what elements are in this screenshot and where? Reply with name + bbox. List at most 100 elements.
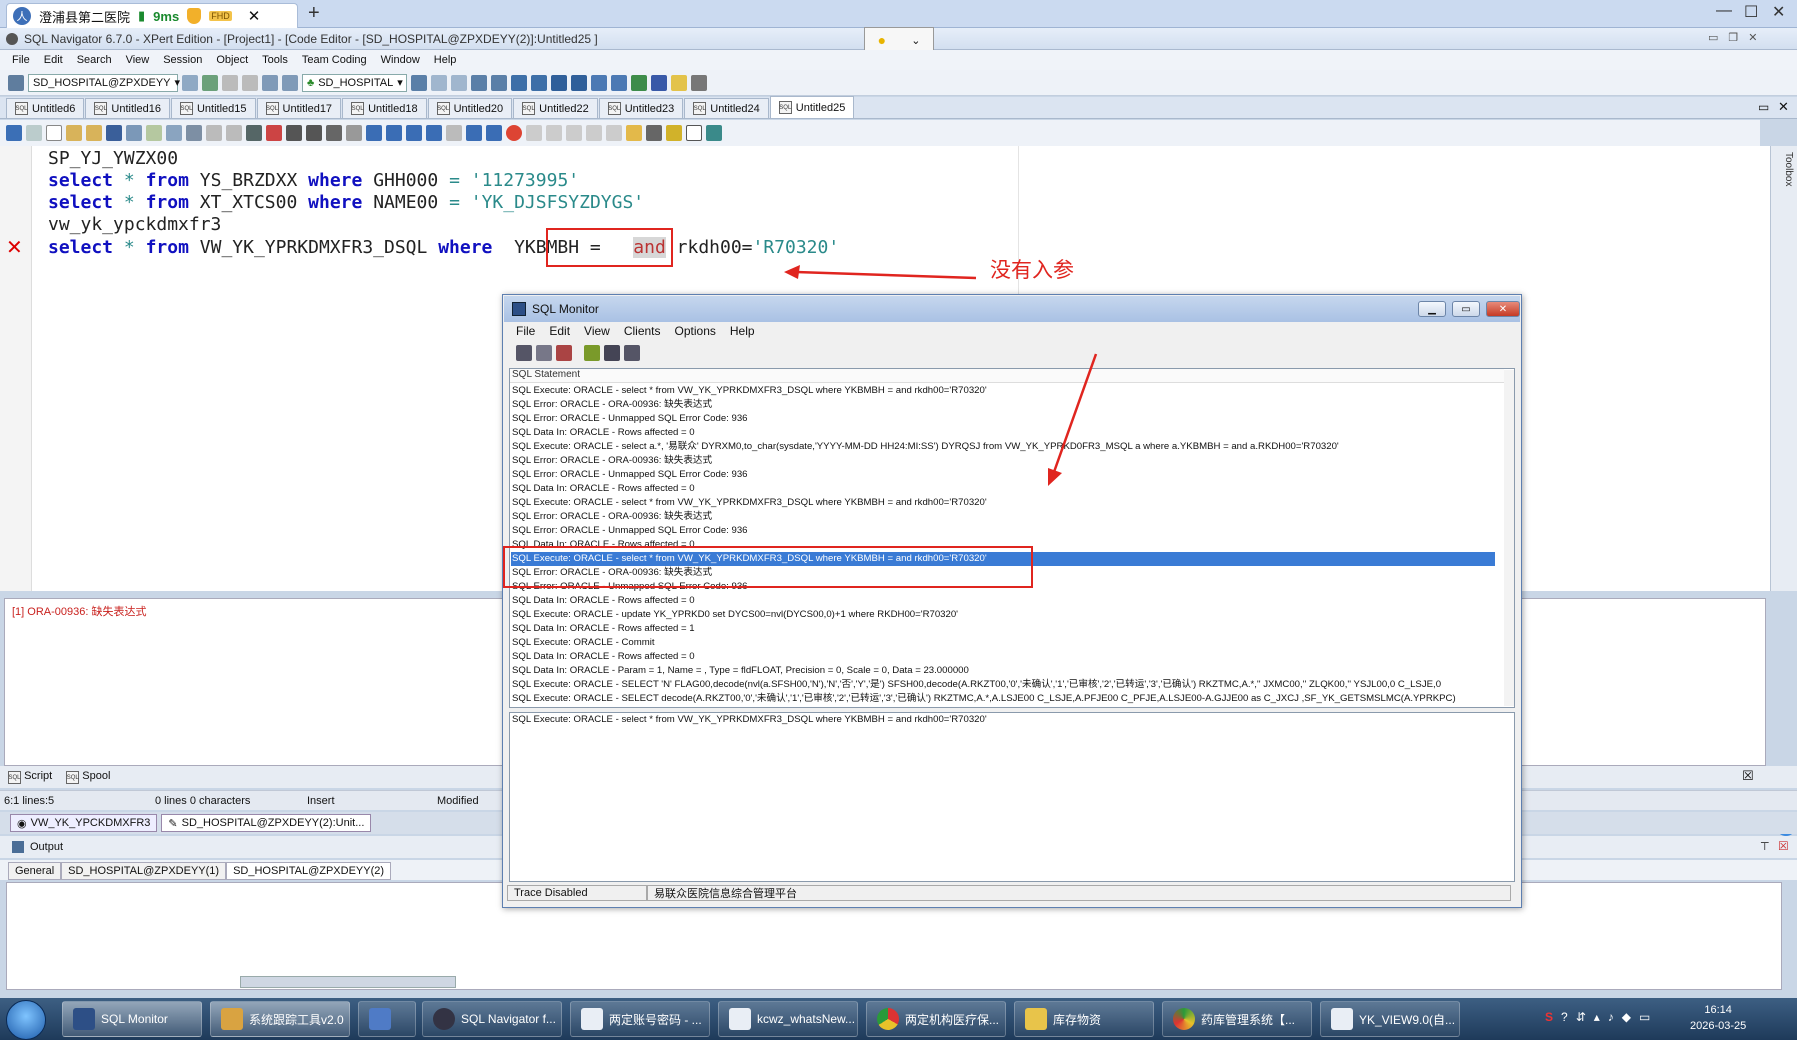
open-icon[interactable] (66, 125, 82, 141)
open-folder-icon[interactable] (86, 125, 102, 141)
first-icon[interactable] (366, 125, 382, 141)
new-tab-icon[interactable]: + (308, 2, 320, 25)
tab-untitled24[interactable]: SQL Untitled24 (684, 98, 769, 118)
tab-untitled15[interactable]: SQL Untitled15 (170, 98, 256, 118)
restore-panel-icon[interactable]: ▭ (1758, 100, 1769, 114)
next-icon[interactable] (426, 125, 442, 141)
maximize-icon[interactable]: ☐ (1744, 2, 1758, 22)
sql-log-row[interactable]: SQL Execute: ORACLE - update YK_YPRKD0 s… (511, 608, 1495, 622)
tab-general[interactable]: General (8, 862, 62, 880)
monitor-minimize-button[interactable]: ▁ (1418, 301, 1446, 317)
tab-script[interactable]: SQL Script (8, 770, 52, 785)
tool-icon-2[interactable] (431, 74, 447, 91)
sql-log-row[interactable]: SQL Execute: ORACLE - SELECT 'N' FLAG00,… (511, 678, 1495, 692)
sql-log-row[interactable]: SQL Data In: ORACLE - Rows affected = 0 (511, 594, 1495, 608)
pause-trace-icon[interactable] (584, 345, 600, 361)
tab-untitled18[interactable]: SQL Untitled18 (342, 98, 427, 118)
locals-icon[interactable] (546, 125, 562, 141)
sql-log-row[interactable]: SQL Error: ORACLE - Unmapped SQL Error C… (511, 468, 1495, 482)
browser-tab[interactable]: 人 澄浦县第二医院 ▮ 9ms FHD ✕ (6, 3, 298, 28)
bookmark-icon[interactable] (346, 125, 362, 141)
taskbar-clock[interactable]: 16:14 2026-03-25 (1690, 1002, 1746, 1034)
tool-icon-11[interactable] (611, 74, 627, 91)
sql-monitor-titlebar[interactable]: SQL Monitor ▁ ▭ ✕ (504, 296, 1520, 322)
tab-untitled25[interactable]: SQL Untitled25 (769, 96, 855, 118)
pin-icon[interactable]: ⊤ (1760, 840, 1770, 853)
app-close-icon[interactable]: ✕ (1748, 31, 1757, 44)
tab-output-conn1[interactable]: SD_HOSPITAL@ZPXDEYY(1) (61, 862, 227, 880)
taskbar-item-inventory[interactable]: 库存物资 (1014, 1001, 1154, 1037)
stop-icon[interactable] (242, 74, 258, 91)
clear-icon[interactable] (556, 345, 572, 361)
menu-tools[interactable]: Tools (262, 54, 288, 66)
tool-icon-12[interactable] (631, 74, 647, 91)
taskbar-item-accounts[interactable]: 两定账号密码 - ... (570, 1001, 710, 1037)
breakpoint-icon[interactable] (506, 125, 522, 141)
start-button[interactable] (6, 1000, 46, 1040)
sql-log-row[interactable]: SQL Error: ORACLE - Unmapped SQL Error C… (511, 524, 1495, 538)
toolbox-panel[interactable] (1770, 146, 1797, 591)
tab-untitled6[interactable]: SQL Untitled6 (6, 98, 85, 118)
monitor-menu-help[interactable]: Help (730, 324, 755, 338)
execute-icon[interactable] (246, 125, 262, 141)
save-icon[interactable] (106, 125, 122, 141)
tab-view-object[interactable]: ◉ VW_YK_YPCKDMXFR3 (10, 814, 158, 832)
tool-icon-3[interactable] (451, 74, 467, 91)
sql-log-row[interactable]: SQL Data In: ORACLE - Rows affected = 0 (511, 482, 1495, 496)
sql-log-row[interactable]: SQL Error: ORACLE - Unmapped SQL Error C… (511, 412, 1495, 426)
tool-icon-10[interactable] (591, 74, 607, 91)
search-icon[interactable] (686, 125, 702, 141)
volume-icon[interactable]: ♪ (1608, 1010, 1614, 1024)
taskbar-item-kcwz[interactable]: kcwz_whatsNew... (718, 1001, 858, 1037)
refresh-icon[interactable] (202, 74, 218, 91)
stop-exec-icon[interactable] (266, 125, 282, 141)
vertical-scrollbar[interactable] (1504, 370, 1514, 706)
play-icon[interactable] (406, 125, 422, 141)
link-icon[interactable] (706, 125, 722, 141)
minimize-icon[interactable]: — (1716, 2, 1732, 20)
tool-icon-6[interactable] (511, 74, 527, 91)
close-output-icon[interactable]: ☒ (1778, 839, 1789, 853)
pause-exec-icon[interactable] (446, 125, 462, 141)
taskbar-item-sql-navigator[interactable]: SQL Navigator f... (422, 1001, 562, 1037)
monitor-menu-file[interactable]: File (516, 324, 535, 338)
callstack-icon[interactable] (566, 125, 582, 141)
format-icon[interactable] (186, 125, 202, 141)
tab-untitled22[interactable]: SQL Untitled22 (513, 98, 598, 118)
monitor-close-button[interactable]: ✕ (1486, 301, 1520, 317)
sql-log-row[interactable]: SQL Execute: ORACLE - select * from VW_Y… (511, 496, 1495, 510)
schema-combo[interactable]: ♣ SD_HOSPITAL ▾ (302, 73, 407, 92)
sql-log-row[interactable]: SQL Execute: ORACLE - select * from VW_Y… (511, 384, 1495, 398)
connect-icon[interactable] (8, 74, 24, 91)
app-restore-icon[interactable]: ❐ (1728, 31, 1738, 44)
copy-icon[interactable] (536, 345, 552, 361)
back-icon[interactable] (6, 125, 22, 141)
statement-detail-pane[interactable] (509, 712, 1515, 882)
tab-untitled20[interactable]: SQL Untitled20 (427, 98, 513, 118)
menu-team-coding[interactable]: Team Coding (302, 54, 367, 66)
commit-icon[interactable] (262, 74, 278, 91)
rollback-icon[interactable] (282, 74, 298, 91)
options-icon[interactable] (624, 345, 640, 361)
sql-log-row[interactable]: SQL Data In: ORACLE - Rows affected = 0 (511, 650, 1495, 664)
tool-icon-1[interactable] (411, 74, 427, 91)
error-message[interactable]: [1] ORA-00936: 缺失表达式 (12, 603, 147, 619)
close-window-icon[interactable]: ✕ (1772, 2, 1785, 22)
save-log-icon[interactable] (516, 345, 532, 361)
connection-combo[interactable]: SD_HOSPITAL@ZPXDEYY ▾ (28, 73, 180, 92)
app-minimize-icon[interactable]: ▭ (1708, 31, 1718, 44)
tab-output-conn2[interactable]: SD_HOSPITAL@ZPXDEYY(2) (226, 862, 392, 880)
sql-log-row[interactable]: SQL Execute: ORACLE - SELECT decode(A.RK… (511, 692, 1495, 706)
tab-untitled17[interactable]: SQL Untitled17 (256, 98, 342, 118)
sql-log-row[interactable]: SQL Execute: ORACLE - select a.*, '易联众' … (511, 440, 1495, 454)
menu-help[interactable]: Help (434, 54, 457, 66)
horizontal-scrollbar[interactable] (240, 976, 456, 988)
taskbar-item-yk-view[interactable]: YK_VIEW9.0(自... (1320, 1001, 1460, 1037)
expand-tray-icon[interactable]: ▴ (1594, 1010, 1600, 1024)
pause-icon[interactable] (222, 74, 238, 91)
sql-log-row[interactable]: SQL Error: ORACLE - ORA-00936: 缺失表达式 (511, 454, 1495, 468)
menu-view[interactable]: View (126, 54, 150, 66)
settings-icon[interactable] (691, 74, 707, 91)
output-icon[interactable] (586, 125, 602, 141)
outdent-icon[interactable] (226, 125, 242, 141)
